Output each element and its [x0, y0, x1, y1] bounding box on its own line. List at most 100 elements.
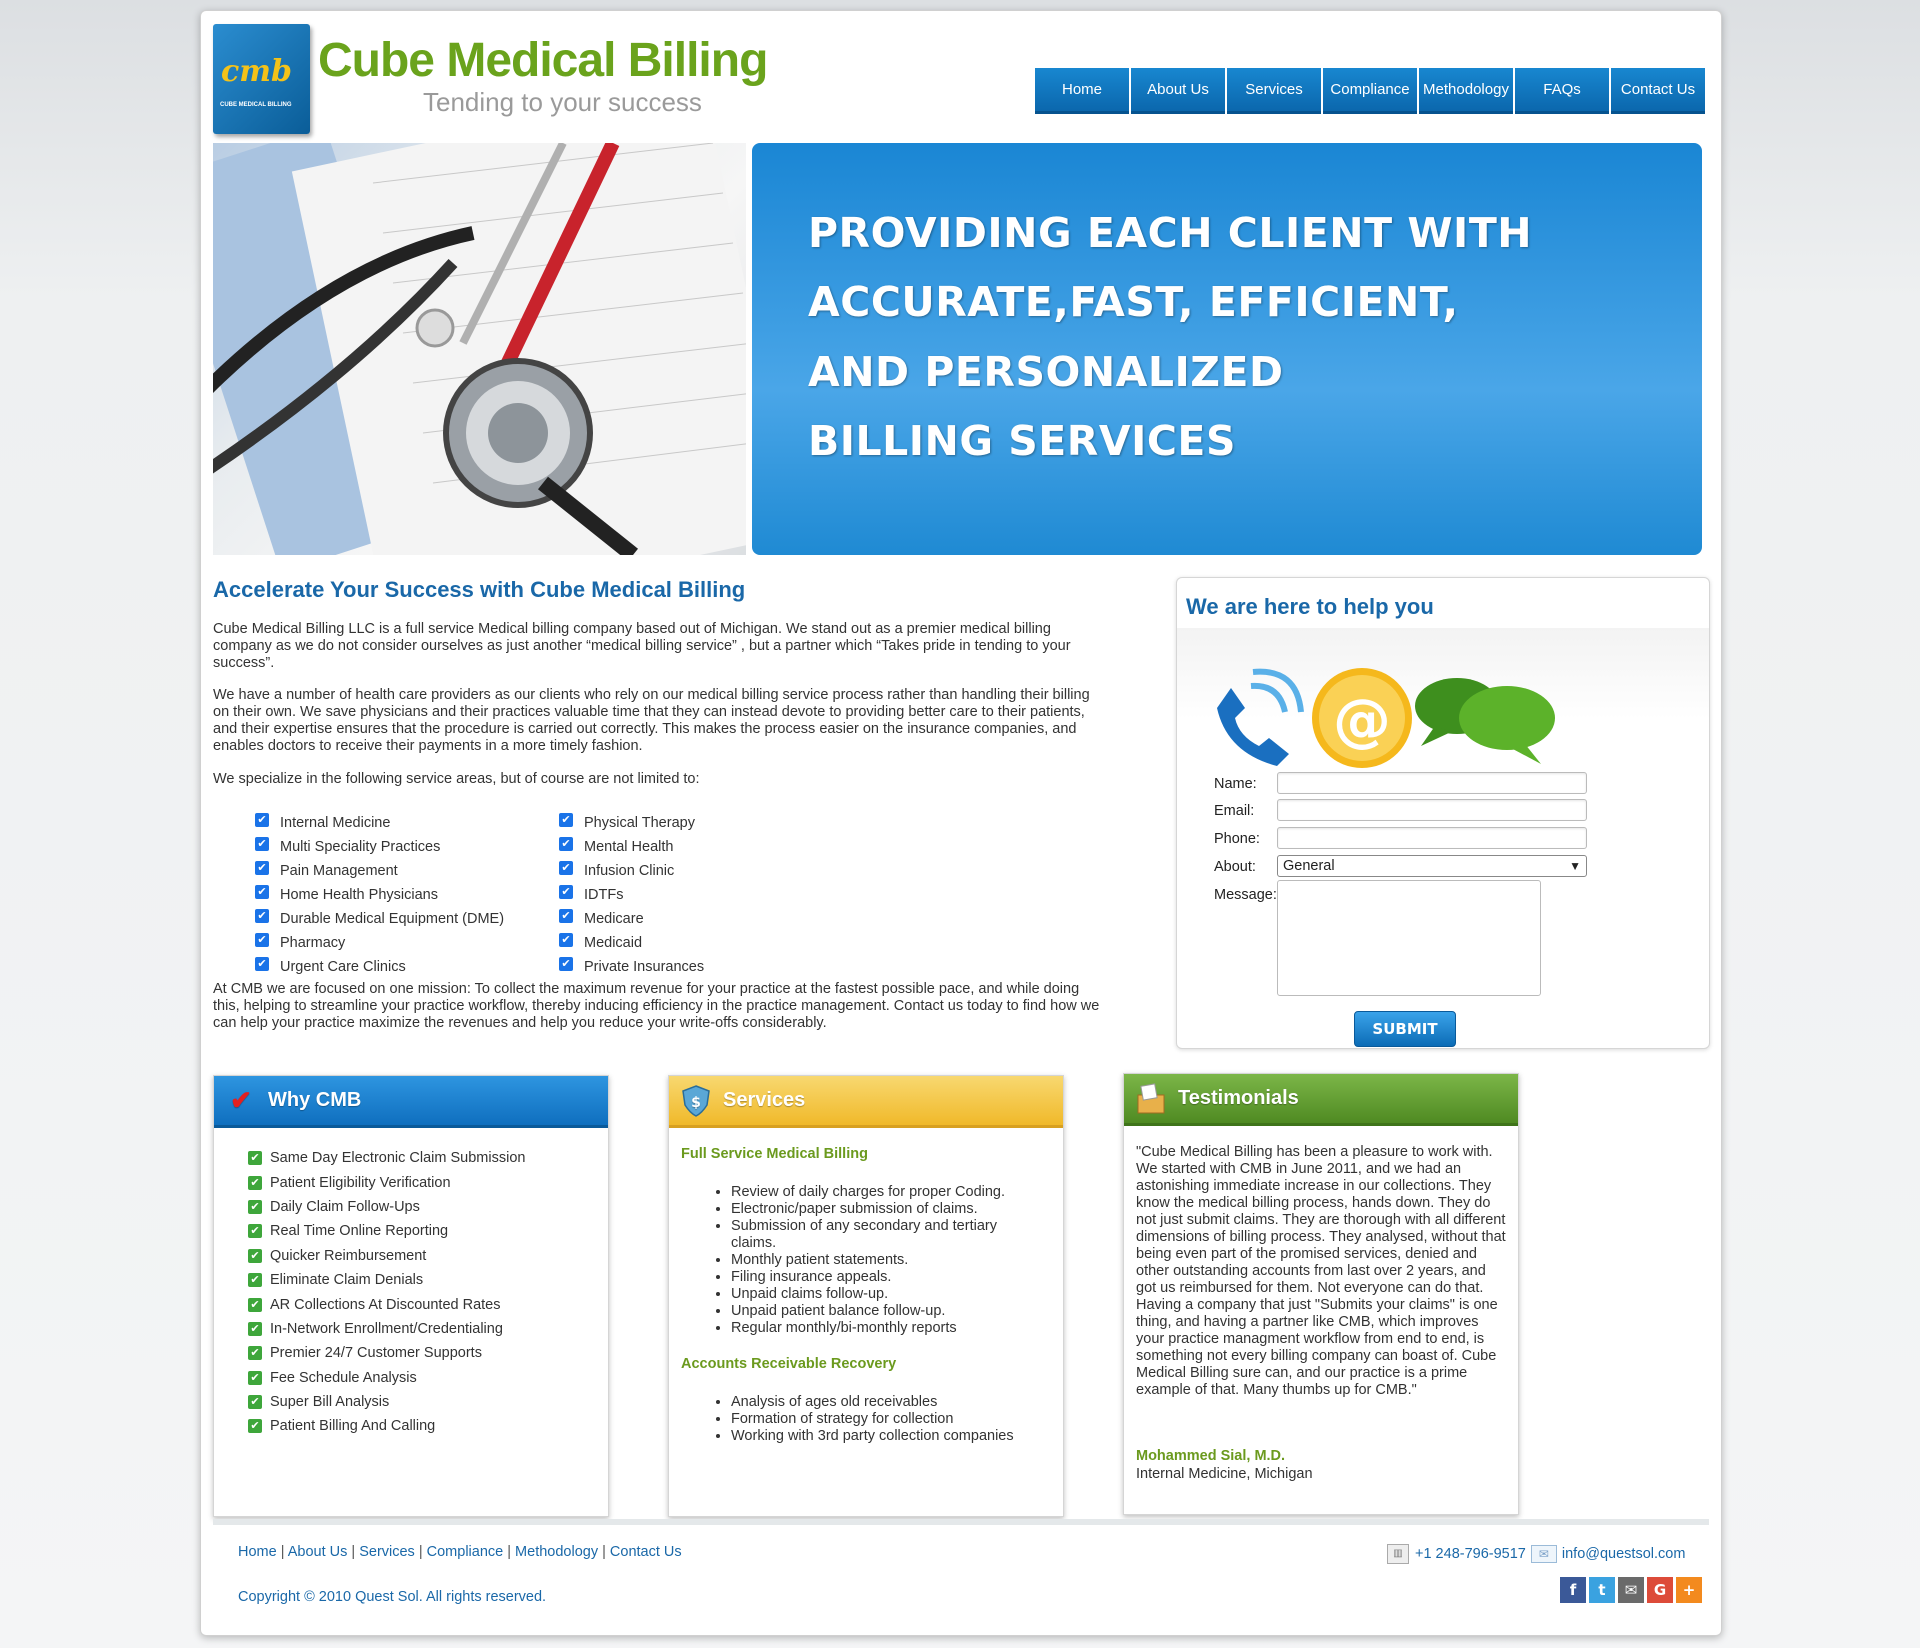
- testimonials-header: Testimonials: [1124, 1074, 1518, 1126]
- contact-title: We are here to help you: [1186, 594, 1434, 619]
- hero-line-1: PROVIDING EACH CLIENT WITH: [808, 209, 1533, 257]
- footer-email[interactable]: info@questsol.com: [1562, 1546, 1686, 1562]
- list-item: ✔ Medicaid: [559, 931, 704, 955]
- quote-box-icon: [1134, 1082, 1168, 1116]
- list-item-label: Patient Eligibility Verification: [270, 1174, 451, 1191]
- checkbox-icon: ✔: [559, 837, 573, 851]
- list-item: ✔ Medicare: [559, 907, 704, 931]
- checkbox-icon: ✔: [559, 909, 573, 923]
- checkbox-icon: ✔: [559, 861, 573, 875]
- checkbox-icon: ✔: [255, 909, 269, 923]
- list-item: ✔ Urgent Care Clinics: [255, 955, 504, 979]
- ar-recovery-heading: Accounts Receivable Recovery: [681, 1356, 897, 1372]
- hero-stethoscope-image: [213, 143, 746, 555]
- list-item: Regular monthly/bi-monthly reports: [731, 1320, 1041, 1337]
- footer-separator: |: [602, 1544, 610, 1560]
- main-nav: Home About Us Services Compliance Method…: [1035, 68, 1707, 114]
- email-at-icon: @: [1312, 668, 1412, 768]
- footer-link-about-us[interactable]: About Us: [288, 1544, 348, 1560]
- about-label: About:: [1214, 859, 1256, 875]
- footer-phone[interactable]: +1 248-796-9517: [1415, 1546, 1526, 1562]
- email-input[interactable]: [1277, 799, 1587, 821]
- contact-icons: @: [1217, 668, 1555, 768]
- list-item-label: Super Bill Analysis: [270, 1394, 390, 1411]
- why-cmb-box: ✔ Why CMB ✔ Same Day Electronic Claim Sub…: [213, 1075, 609, 1517]
- list-item-label: Eliminate Claim Denials: [270, 1272, 424, 1289]
- list-item: ✔ Patient Eligibility Verification: [248, 1170, 525, 1194]
- stethoscope-illustration: [213, 143, 746, 555]
- clients-paragraph: We have a number of health care provider…: [213, 687, 1090, 754]
- mission-paragraph: At CMB we are focused on one mission: To…: [213, 981, 1100, 1031]
- twitter-icon[interactable]: t: [1589, 1577, 1615, 1603]
- checkbox-icon: ✔: [248, 1297, 262, 1312]
- list-item: ✔ Multi Speciality Practices: [255, 835, 504, 859]
- list-item: ✔ Real Time Online Reporting: [248, 1219, 525, 1243]
- checkbox-icon: ✔: [248, 1175, 262, 1190]
- services-title: Services: [723, 1089, 806, 1111]
- nav-compliance[interactable]: Compliance: [1323, 68, 1417, 114]
- full-service-heading: Full Service Medical Billing: [681, 1146, 868, 1162]
- list-item-label: Internal Medicine: [280, 815, 391, 831]
- tagline: Tending to your success: [423, 87, 702, 117]
- social-links: f t ✉ G +: [1557, 1577, 1702, 1603]
- nav-methodology[interactable]: Methodology: [1419, 68, 1513, 114]
- footer-divider: [213, 1519, 1709, 1525]
- page-container: cmb CUBE MEDICAL BILLING Cube Medical Bi…: [200, 10, 1722, 1636]
- copyright: Copyright © 2010 Quest Sol. All rights r…: [238, 1589, 547, 1605]
- checkbox-icon: ✔: [248, 1321, 262, 1336]
- list-item: ✔ Super Bill Analysis: [248, 1390, 525, 1414]
- list-item: ✔ Infusion Clinic: [559, 859, 704, 883]
- intro-paragraph: Cube Medical Billing LLC is a full servi…: [213, 621, 1071, 671]
- nav-services[interactable]: Services: [1227, 68, 1321, 114]
- checkbox-icon: ✔: [255, 957, 269, 971]
- about-select[interactable]: General ▼: [1277, 855, 1587, 877]
- services-header: $ Services: [669, 1076, 1063, 1128]
- why-cmb-header: ✔ Why CMB: [214, 1076, 608, 1128]
- list-item-label: Fee Schedule Analysis: [270, 1369, 417, 1386]
- about-select-value: General: [1283, 858, 1335, 874]
- contact-form-panel: We are here to help you @ Name: Email: P…: [1176, 577, 1710, 1049]
- list-item-label: Durable Medical Equipment (DME): [280, 911, 505, 927]
- list-item: ✔ Durable Medical Equipment (DME): [255, 907, 504, 931]
- submit-button[interactable]: SUBMIT: [1354, 1011, 1456, 1047]
- checkbox-icon: ✔: [559, 933, 573, 947]
- share-plus-icon[interactable]: +: [1676, 1577, 1702, 1603]
- email-icon[interactable]: ✉: [1618, 1577, 1644, 1603]
- footer-link-services[interactable]: Services: [359, 1544, 415, 1560]
- footer-link-compliance[interactable]: Compliance: [427, 1544, 504, 1560]
- logo[interactable]: cmb CUBE MEDICAL BILLING: [213, 24, 310, 134]
- footer-link-methodology[interactable]: Methodology: [515, 1544, 598, 1560]
- footer-link-contact-us[interactable]: Contact Us: [610, 1544, 682, 1560]
- footer-separator: |: [507, 1544, 516, 1560]
- envelope-icon: ✉: [1530, 1545, 1557, 1563]
- name-input[interactable]: [1277, 772, 1587, 794]
- nav-home[interactable]: Home: [1035, 68, 1129, 114]
- list-item-label: Daily Claim Follow-Ups: [270, 1198, 420, 1215]
- checkbox-icon: ✔: [255, 885, 269, 899]
- google-plus-icon[interactable]: G: [1647, 1577, 1673, 1603]
- nav-about-us[interactable]: About Us: [1131, 68, 1225, 114]
- message-label: Message:: [1214, 887, 1277, 903]
- list-item: ✔ Mental Health: [559, 835, 704, 859]
- full-service-list: Review of daily charges for proper Codin…: [731, 1184, 1041, 1337]
- message-textarea[interactable]: [1277, 880, 1541, 996]
- brand-name[interactable]: Cube Medical Billing: [318, 33, 768, 88]
- nav-contact-us[interactable]: Contact Us: [1611, 68, 1705, 114]
- testimonials-box: Testimonials "Cube Medical Billing has b…: [1123, 1073, 1519, 1515]
- list-item: ✔ Home Health Physicians: [255, 883, 504, 907]
- list-item: Analysis of ages old receivables: [731, 1394, 1041, 1411]
- phone-label: Phone:: [1214, 831, 1260, 847]
- footer-separator: |: [418, 1544, 427, 1560]
- shield-icon: $: [679, 1084, 713, 1118]
- ar-recovery-list: Analysis of ages old receivables Formati…: [731, 1394, 1041, 1445]
- why-cmb-list: ✔ Same Day Electronic Claim Submission ✔ P…: [248, 1146, 525, 1439]
- checkbox-icon: ✔: [248, 1224, 262, 1239]
- logo-subtext: CUBE MEDICAL BILLING: [220, 102, 292, 108]
- nav-faqs[interactable]: FAQs: [1515, 68, 1609, 114]
- facebook-icon[interactable]: f: [1560, 1577, 1586, 1603]
- list-item: Submission of any secondary and tertiary…: [731, 1218, 1041, 1252]
- phone-icon: [1217, 668, 1304, 766]
- footer-link-home[interactable]: Home: [238, 1544, 277, 1560]
- email-label: Email:: [1214, 803, 1255, 819]
- phone-input[interactable]: [1277, 827, 1587, 849]
